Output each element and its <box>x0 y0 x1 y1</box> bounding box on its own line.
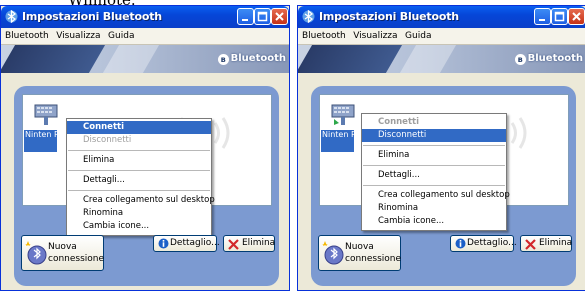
menu-item-disconnetti[interactable]: Disconnetti <box>67 134 211 147</box>
info-icon <box>455 238 466 249</box>
menu-bluetooth[interactable]: Bluetooth <box>302 29 350 41</box>
menu-item-crea-collegamento[interactable]: Crea collegamento sul desktop <box>67 194 215 207</box>
new-connection-icon <box>322 241 344 265</box>
window-title: Impostazioni Bluetooth <box>319 10 459 23</box>
menu-separator <box>68 150 210 151</box>
delete-button[interactable]: Elimina <box>520 235 572 252</box>
device-label[interactable]: Ninten RVL-CN <box>321 130 354 152</box>
close-button[interactable] <box>271 8 288 25</box>
bluetooth-app-icon <box>302 10 315 23</box>
menu-visualizza[interactable]: Visualizza <box>353 29 401 41</box>
details-label: Dettaglio... <box>467 238 517 248</box>
bluetooth-icon: ʙ <box>217 54 229 65</box>
menu-separator <box>363 165 505 166</box>
delete-x-icon <box>525 239 536 250</box>
bluetooth-settings-window-right: Impostazioni Bluetooth Bluetooth Visuali… <box>297 5 585 291</box>
menu-separator <box>363 185 505 186</box>
bluetooth-logo: ʙ Bluetooth <box>217 53 286 65</box>
header-banner: ʙ Bluetooth <box>298 45 585 73</box>
close-icon <box>572 12 581 21</box>
minimize-button[interactable] <box>534 8 551 25</box>
maximize-icon <box>257 11 268 22</box>
minimize-button[interactable] <box>237 8 254 25</box>
menu-bar: Bluetooth Visualizza Guida <box>1 28 289 45</box>
menu-item-dettagli[interactable]: Dettagli... <box>67 174 211 187</box>
menu-item-elimina[interactable]: Elimina <box>362 149 506 162</box>
menu-separator <box>363 145 505 146</box>
new-connection-label: Nuova connessione <box>345 242 402 264</box>
menu-item-connetti[interactable]: Connetti <box>67 121 211 134</box>
title-bar[interactable]: Impostazioni Bluetooth <box>298 6 585 28</box>
menu-item-crea-collegamento[interactable]: Crea collegamento sul desktop <box>362 189 510 202</box>
menu-item-connetti[interactable]: Connetti <box>362 116 506 129</box>
bluetooth-settings-window-left: Impostazioni Bluetooth Bluetooth Visuali… <box>0 5 290 291</box>
menu-item-cambia-icone[interactable]: Cambia icone... <box>67 220 211 233</box>
menu-item-cambia-icone[interactable]: Cambia icone... <box>362 215 506 228</box>
device-label[interactable]: Ninten RVL-CN <box>24 130 57 152</box>
details-button[interactable]: Dettaglio... <box>450 235 517 252</box>
info-icon <box>158 238 169 249</box>
menu-item-rinomina[interactable]: Rinomina <box>67 207 211 220</box>
bluetooth-logo: ʙ Bluetooth <box>514 53 583 65</box>
new-connection-label: Nuova connessione <box>48 242 105 264</box>
delete-x-icon <box>228 239 239 250</box>
maximize-icon <box>554 11 565 22</box>
maximize-button[interactable] <box>551 8 568 25</box>
details-label: Dettaglio... <box>170 238 220 248</box>
menu-bluetooth[interactable]: Bluetooth <box>5 29 53 41</box>
close-icon <box>275 12 284 21</box>
header-banner: ʙ Bluetooth <box>1 45 289 73</box>
title-bar[interactable]: Impostazioni Bluetooth <box>1 6 289 28</box>
menu-bar: Bluetooth Visualizza Guida <box>298 28 585 45</box>
menu-guida[interactable]: Guida <box>108 29 138 41</box>
menu-visualizza[interactable]: Visualizza <box>56 29 104 41</box>
maximize-button[interactable] <box>254 8 271 25</box>
close-button[interactable] <box>568 8 585 25</box>
minimize-icon <box>539 19 545 21</box>
bluetooth-app-icon <box>5 10 18 23</box>
menu-item-disconnetti[interactable]: Disconnetti <box>362 129 506 142</box>
window-title: Impostazioni Bluetooth <box>22 10 162 23</box>
delete-label: Elimina <box>242 238 276 248</box>
menu-guida[interactable]: Guida <box>405 29 435 41</box>
minimize-icon <box>242 19 248 21</box>
details-button[interactable]: Dettaglio... <box>153 235 220 252</box>
menu-item-dettagli[interactable]: Dettagli... <box>362 169 506 182</box>
bluetooth-icon: ʙ <box>514 54 526 65</box>
device-context-menu: Connetti Disconnetti Elimina Dettagli...… <box>66 118 215 236</box>
wiimote-device-icon[interactable] <box>33 101 59 127</box>
new-connection-button[interactable]: Nuova connessione <box>318 235 401 271</box>
menu-separator <box>68 170 210 171</box>
delete-label: Elimina <box>539 238 573 248</box>
menu-item-rinomina[interactable]: Rinomina <box>362 202 506 215</box>
menu-separator <box>68 190 210 191</box>
device-context-menu: Connetti Disconnetti Elimina Dettagli...… <box>361 113 510 231</box>
delete-button[interactable]: Elimina <box>223 235 275 252</box>
wiimote-device-icon[interactable] <box>330 101 356 127</box>
menu-item-elimina[interactable]: Elimina <box>67 154 211 167</box>
new-connection-icon <box>25 241 47 265</box>
new-connection-button[interactable]: Nuova connessione <box>21 235 104 271</box>
